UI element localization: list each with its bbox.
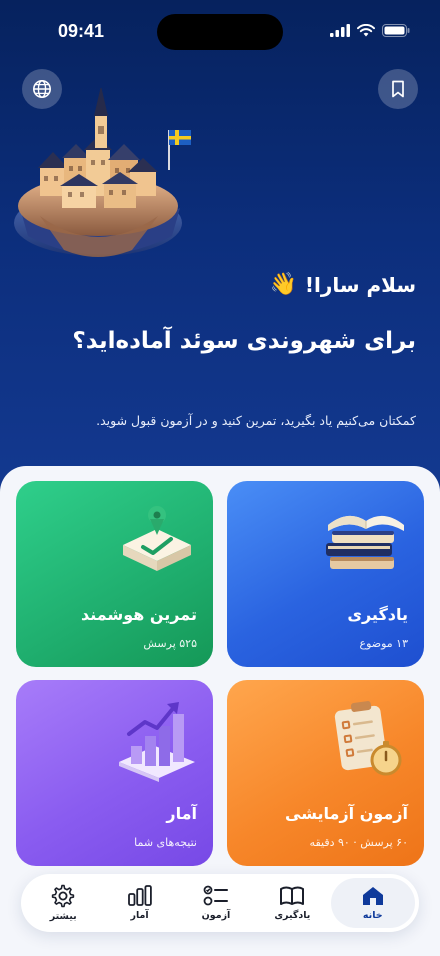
bookmark-icon: [392, 80, 404, 98]
mock-exam-card-subtitle: ۶۰ پرسش · ۹۰ دقیقه: [309, 836, 408, 849]
stats-icon: [127, 885, 152, 906]
bottom-tab-bar: خانه یادگیری آزمون آمار بیشتر: [21, 874, 419, 932]
cellular-signal-icon: [330, 24, 350, 37]
stockholm-island-illustration: [14, 88, 191, 257]
tab-exam[interactable]: آزمون: [178, 878, 254, 928]
smart-practice-card[interactable]: تمرین هوشمند ۵۲۵ پرسش: [16, 481, 213, 667]
bookmark-button[interactable]: [378, 69, 418, 109]
tab-stats-label: آمار: [130, 910, 149, 921]
stats-card-title: آمار: [166, 804, 197, 823]
dynamic-island: [157, 14, 283, 50]
page-headline: برای شهروندی سوئد آماده‌اید؟: [72, 328, 416, 354]
wifi-icon: [357, 24, 375, 37]
tab-exam-label: آزمون: [201, 910, 231, 921]
status-bar: 09:41: [0, 0, 440, 60]
waving-hand-icon: 👋: [269, 272, 297, 297]
mock-exam-card[interactable]: آزمون آزمایشی ۶۰ پرسش · ۹۰ دقیقه: [227, 680, 424, 866]
status-time: 09:41: [58, 21, 105, 41]
clipboard-stopwatch-icon: [334, 701, 402, 776]
greeting-text: سلام سارا!: [304, 272, 416, 297]
learn-card-subtitle: ۱۳ موضوع: [359, 637, 409, 650]
learn-card[interactable]: یادگیری ۱۳ موضوع: [227, 481, 424, 667]
books-icon: [326, 515, 404, 569]
home-icon: [362, 887, 383, 905]
tab-learn[interactable]: یادگیری: [254, 878, 330, 928]
tab-stats[interactable]: آمار: [102, 878, 178, 928]
stats-card[interactable]: آمار نتیجه‌های شما: [16, 680, 213, 866]
tab-home-label: خانه: [362, 910, 383, 921]
battery-icon: [382, 24, 410, 37]
greeting: سلام سارا! 👋: [269, 272, 416, 297]
bar-chart-icon: [119, 702, 195, 782]
tab-more[interactable]: بیشتر: [25, 878, 101, 928]
gear-icon: [51, 884, 75, 908]
book-icon: [280, 886, 305, 905]
smart-practice-card-title: تمرین هوشمند: [80, 605, 197, 624]
page-subtitle: کمکتان می‌کنیم یاد بگیرید، تمرین کنید و …: [96, 413, 416, 428]
tab-learn-label: یادگیری: [274, 910, 311, 921]
checklist-icon: [203, 885, 228, 906]
system-icons: [330, 24, 410, 37]
checkmark-target-icon: [123, 506, 191, 571]
tab-more-label: بیشتر: [49, 911, 77, 922]
mock-exam-card-title: آزمون آزمایشی: [285, 804, 408, 823]
smart-practice-card-subtitle: ۵۲۵ پرسش: [143, 637, 197, 650]
stats-card-subtitle: نتیجه‌های شما: [134, 836, 197, 849]
learn-card-title: یادگیری: [347, 605, 408, 624]
tab-home[interactable]: خانه: [330, 878, 415, 928]
